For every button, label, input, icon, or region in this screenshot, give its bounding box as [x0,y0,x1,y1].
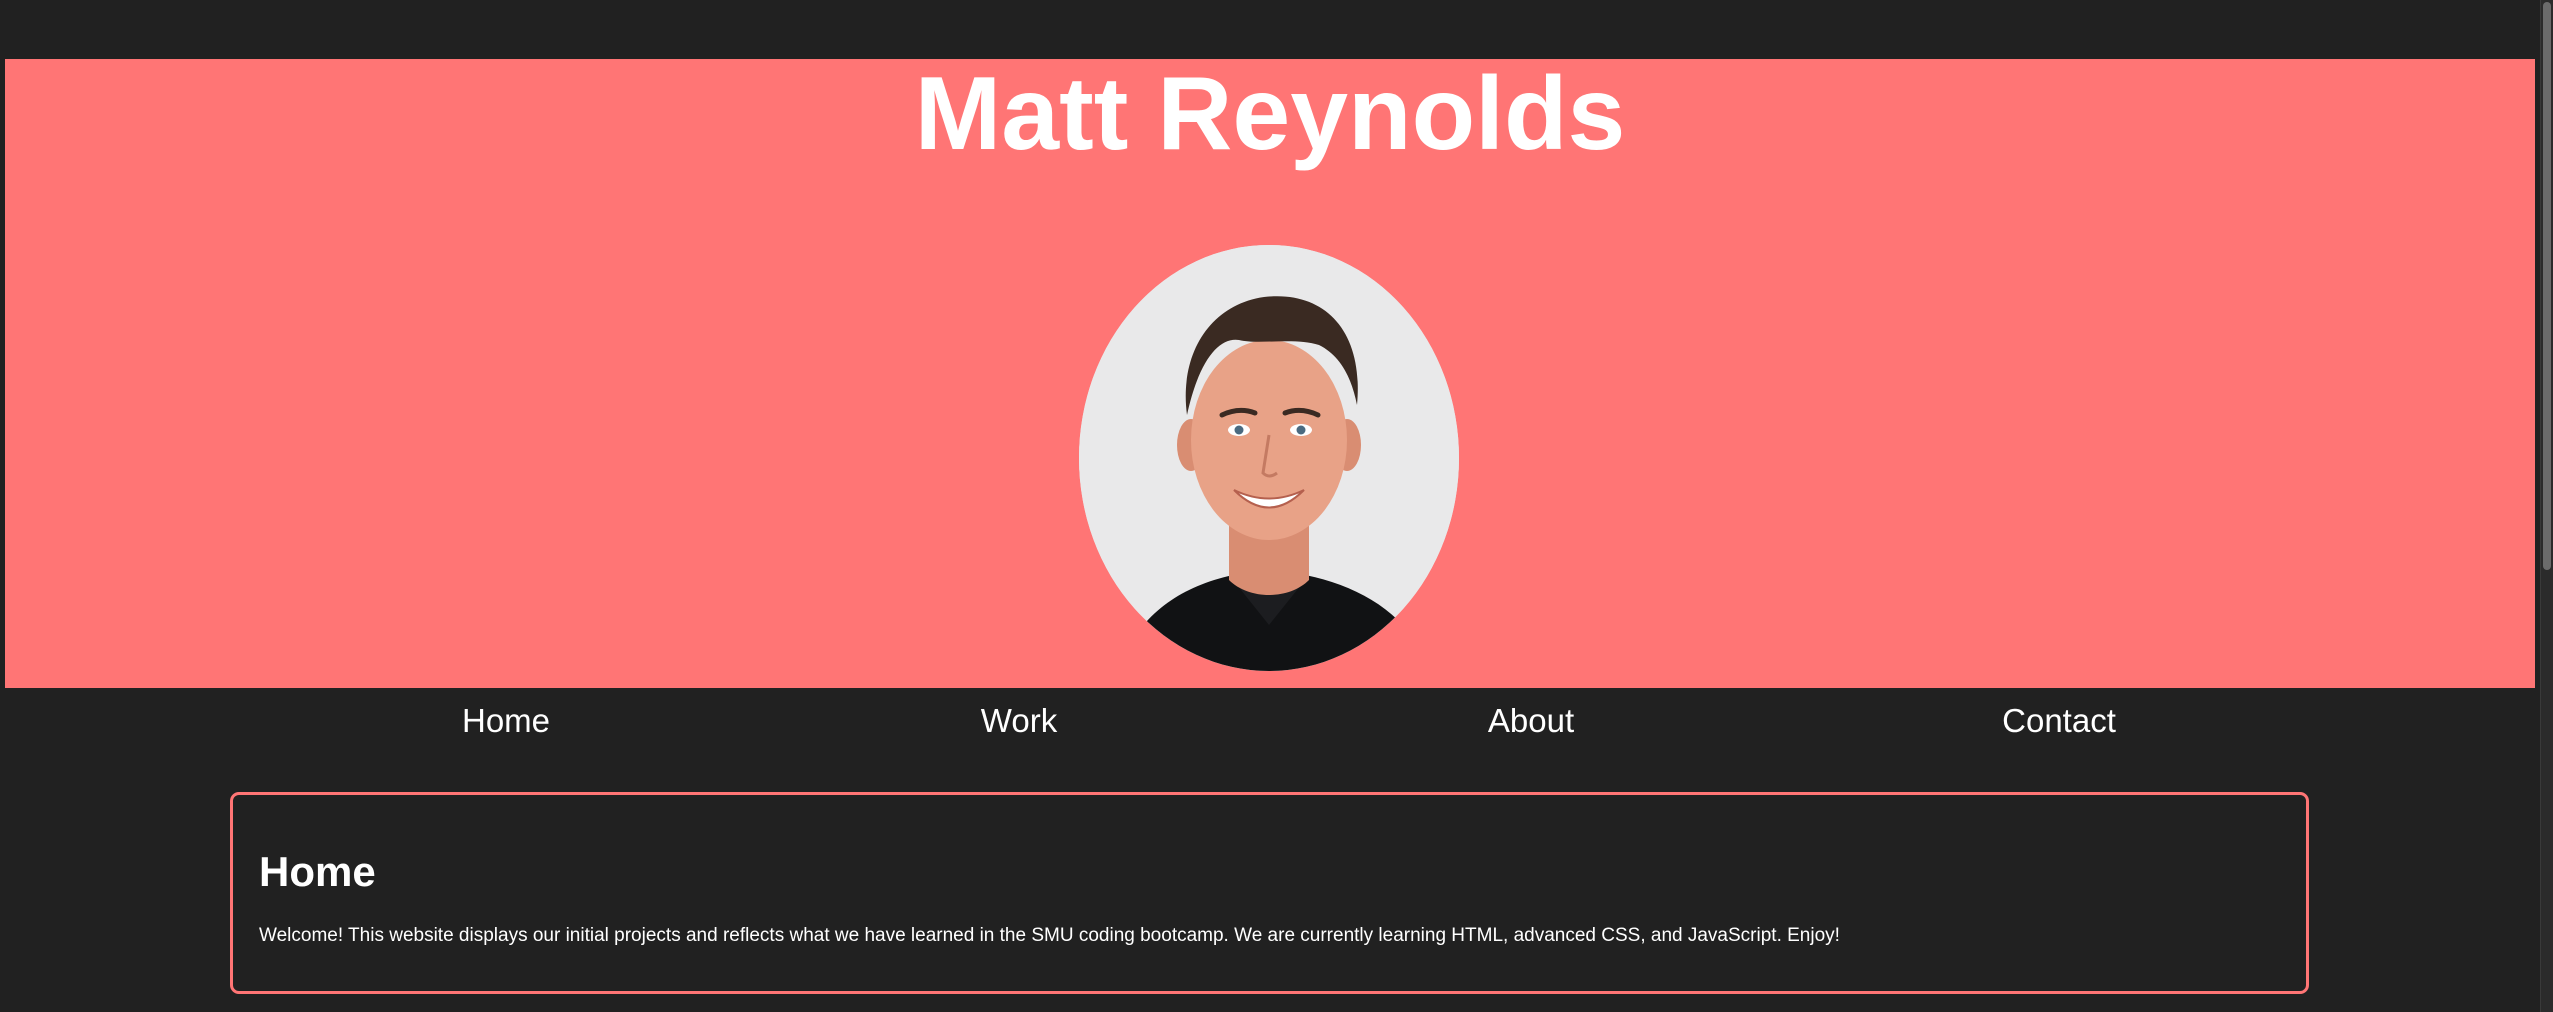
nav-link-home[interactable]: Home [462,697,550,745]
profile-photo-icon [1079,245,1459,671]
scrollbar-thumb[interactable] [2543,2,2551,570]
home-section: Home Welcome! This website displays our … [230,792,2309,994]
section-text: Welcome! This website displays our initi… [259,925,1840,946]
nav-link-contact[interactable]: Contact [2002,697,2116,745]
vertical-scrollbar[interactable] [2540,0,2553,1012]
page: Matt Reynolds Home Work About Contact Ho… [0,0,2553,1012]
header-banner: Matt Reynolds [5,59,2535,688]
avatar [1079,245,1459,671]
main-nav: Home Work About Contact [0,697,2553,747]
section-title: Home [259,848,376,895]
nav-link-about[interactable]: About [1488,697,1574,745]
nav-link-work[interactable]: Work [981,697,1057,745]
site-title: Matt Reynolds [914,56,1626,172]
